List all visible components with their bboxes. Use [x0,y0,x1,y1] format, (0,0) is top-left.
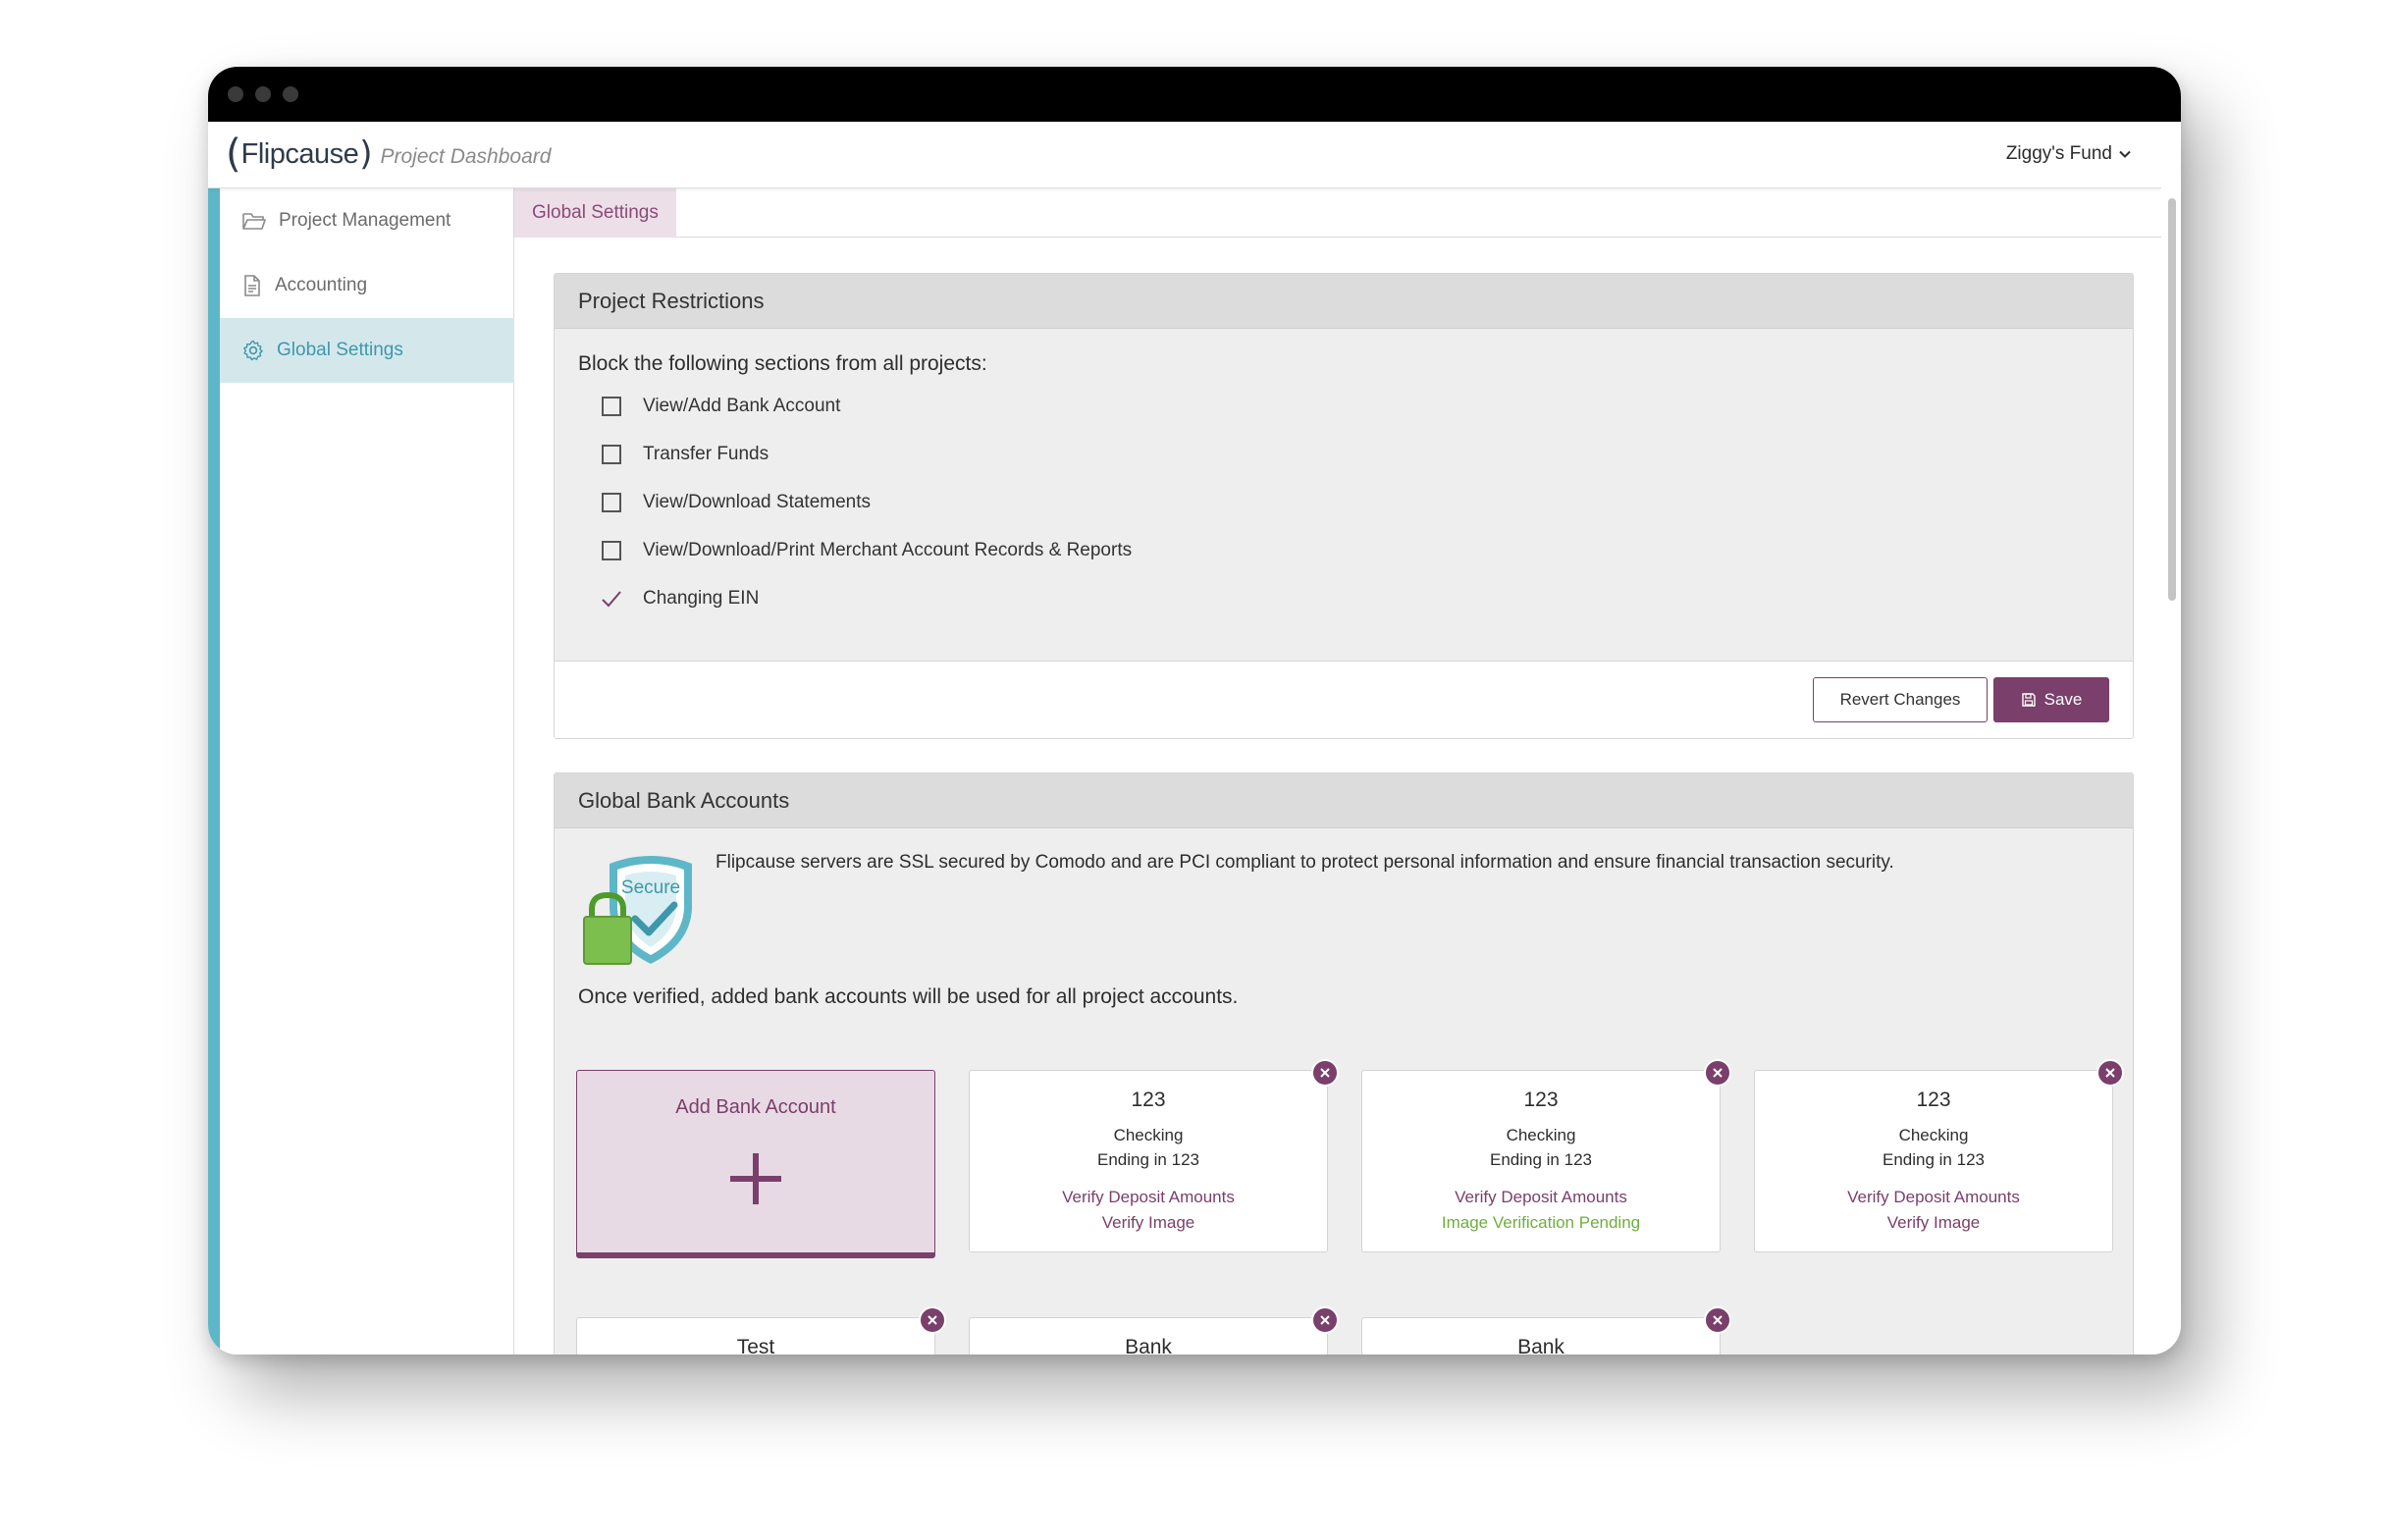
restriction-option-statements[interactable]: View/Download Statements [602,488,871,517]
account-ending: Ending in 123 [1097,1150,1199,1169]
account-name: Bank [1125,1336,1172,1354]
window-close-dot[interactable] [228,86,243,102]
floppy-disk-icon [2021,693,2036,707]
checkbox[interactable] [602,541,621,560]
user-menu-label: Ziggy's Fund [2005,143,2112,164]
bank-account-card: Bank [1361,1306,1731,1354]
account-ending: Ending in 123 [1490,1150,1592,1169]
option-label: Changing EIN [643,588,760,609]
top-navbar: ( Flipcause ) Project Dashboard Ziggy's … [208,122,2161,188]
add-bank-account-card[interactable]: Add Bank Account [576,1070,935,1258]
browser-window: ( Flipcause ) Project Dashboard Ziggy's … [208,67,2181,1354]
logo-paren-close-icon: ) [359,134,373,174]
tab-strip: Global Settings [514,188,2161,238]
secure-badge-text: Secure [621,877,680,898]
bank-account-card: 123 Checking Ending in 123 Verify Deposi… [1361,1059,1731,1252]
global-bank-accounts-panel: Global Bank Accounts Secure Flipcause se… [554,772,2134,1354]
verify-image-link[interactable]: Verify Image [1755,1213,2112,1233]
secure-shield-icon: Secure [583,856,692,965]
gear-icon [243,340,263,361]
save-label: Save [2043,690,2083,709]
remove-account-button[interactable] [1704,1059,1731,1087]
window-maximize-dot[interactable] [283,86,298,102]
verification-note: Once verified, added bank accounts will … [578,985,1239,1008]
window-titlebar [208,67,2181,122]
dashboard-subtitle: Project Dashboard [380,145,552,168]
remove-account-button[interactable] [1311,1059,1339,1087]
restriction-option-changing-ein[interactable]: Changing EIN [602,584,759,613]
checkbox[interactable] [602,397,621,416]
vertical-scrollbar[interactable] [2161,122,2181,1354]
flipcause-logo[interactable]: ( Flipcause ) Project Dashboard [226,134,551,174]
close-icon [928,1315,937,1325]
restriction-option-bank-account[interactable]: View/Add Bank Account [602,392,840,421]
scrollbar-thumb[interactable] [2168,198,2176,601]
bank-account-card: 123 Checking Ending in 123 Verify Deposi… [969,1059,1339,1252]
account-name: Bank [1517,1336,1565,1354]
remove-account-button[interactable] [1311,1306,1339,1334]
checkmark-icon[interactable] [602,589,621,609]
sidebar-item-label: Accounting [275,275,368,295]
document-icon [244,275,260,296]
remove-account-button[interactable] [919,1306,946,1334]
logo-paren-icon: ( [226,132,241,177]
security-statement: Flipcause servers are SSL secured by Com… [716,852,1894,873]
option-label: View/Download/Print Merchant Account Rec… [643,540,1133,560]
folder-icon [242,213,266,230]
tab-global-settings[interactable]: Global Settings [514,188,676,238]
restrictions-footer: Revert Changes Save [555,661,2133,738]
sidebar-item-global-settings[interactable]: Global Settings [220,318,514,383]
sidebar-item-accounting[interactable]: Accounting [220,253,514,318]
verify-deposit-link[interactable]: Verify Deposit Amounts [1755,1188,2112,1207]
verify-image-link[interactable]: Verify Image [970,1213,1327,1233]
account-name: 123 [1131,1089,1166,1111]
project-restrictions-panel: Project Restrictions Block the following… [554,273,2134,739]
option-label: Transfer Funds [643,444,769,464]
remove-account-button[interactable] [1704,1306,1731,1334]
checkbox[interactable] [602,493,621,512]
account-name: 123 [1523,1089,1559,1111]
main-content: Global Settings Project Restrictions Blo… [514,188,2161,1354]
page-viewport: ( Flipcause ) Project Dashboard Ziggy's … [208,122,2161,1354]
checkbox[interactable] [602,445,621,464]
bank-account-card: 123 Checking Ending in 123 Verify Deposi… [1754,1059,2124,1252]
chevron-down-icon [2119,150,2131,158]
user-menu-dropdown[interactable]: Ziggy's Fund [2006,143,2132,165]
panel-title: Project Restrictions [555,274,2133,329]
verify-deposit-link[interactable]: Verify Deposit Amounts [1362,1188,1720,1207]
sidebar-item-project-management[interactable]: Project Management [220,188,514,253]
account-ending: Ending in 123 [1883,1150,1985,1169]
bank-account-card: Bank [969,1306,1339,1354]
plus-icon [730,1153,781,1204]
revert-changes-button[interactable]: Revert Changes [1813,677,1988,722]
add-bank-account-label: Add Bank Account [675,1096,836,1118]
option-label: View/Add Bank Account [643,396,841,416]
close-icon [1320,1315,1330,1325]
sidebar: Project Management Accounting Global Set… [208,188,514,1354]
sidebar-item-label: Global Settings [277,340,403,360]
panel-title: Global Bank Accounts [555,773,2133,828]
account-name: 123 [1916,1089,1951,1111]
close-icon [2105,1068,2115,1078]
close-icon [1713,1068,1723,1078]
account-type: Checking [1506,1126,1576,1144]
window-minimize-dot[interactable] [255,86,271,102]
sidebar-item-label: Project Management [279,210,451,231]
account-name: Test [736,1336,775,1354]
close-icon [1713,1315,1723,1325]
remove-account-button[interactable] [2096,1059,2124,1087]
save-button[interactable]: Save [1993,677,2109,722]
account-type: Checking [1113,1126,1184,1144]
option-label: View/Download Statements [643,492,871,512]
restriction-option-transfer-funds[interactable]: Transfer Funds [602,440,769,469]
sidebar-accent-bar [208,188,220,1354]
bank-account-card: Test [576,1306,946,1354]
restriction-option-merchant-records[interactable]: View/Download/Print Merchant Account Rec… [602,536,1132,565]
logo-text: Flipcause [240,137,359,170]
restrictions-instruction: Block the following sections from all pr… [578,352,987,375]
account-type: Checking [1898,1126,1969,1144]
verify-deposit-link[interactable]: Verify Deposit Amounts [970,1188,1327,1207]
close-icon [1320,1068,1330,1078]
image-verification-pending-status: Image Verification Pending [1441,1213,1641,1232]
